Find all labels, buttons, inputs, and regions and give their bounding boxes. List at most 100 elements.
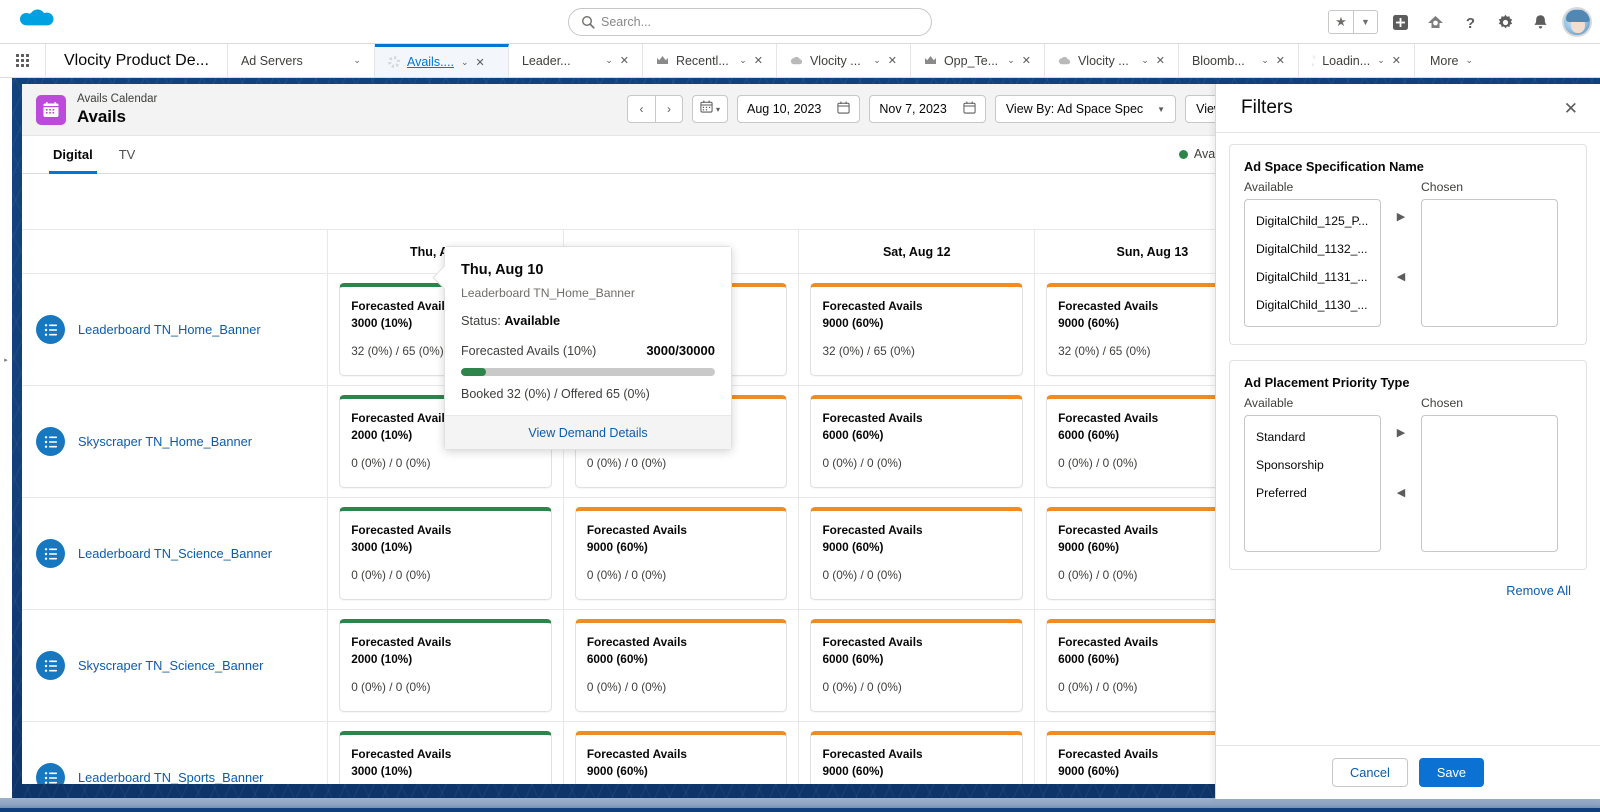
nav-tab-more[interactable]: More ⌄ bbox=[1415, 44, 1488, 77]
close-icon[interactable]: ✕ bbox=[620, 54, 629, 67]
app-launcher-button[interactable] bbox=[0, 44, 46, 77]
calendar-icon-small[interactable] bbox=[837, 101, 850, 117]
nav-tab-bloomberg[interactable]: Bloomb... ⌄ ✕ bbox=[1178, 44, 1299, 77]
search-input[interactable] bbox=[568, 8, 932, 36]
add-icon[interactable] bbox=[1387, 9, 1413, 35]
chevron-down-icon[interactable]: ⌄ bbox=[739, 55, 747, 66]
list-item[interactable]: DigitalChild_1132_... bbox=[1245, 235, 1380, 263]
view-by-dropdown[interactable]: View By: Ad Space Spec ▼ bbox=[994, 95, 1177, 123]
chevron-down-icon[interactable]: ⌄ bbox=[461, 57, 469, 68]
avail-card[interactable]: Forecasted Avails 9000 (60%) 32 (0%) / 6… bbox=[810, 283, 1024, 376]
rail-expand-handle[interactable]: ▸ bbox=[2, 355, 10, 365]
close-icon[interactable]: ✕ bbox=[476, 56, 485, 69]
row-label-link[interactable]: Leaderboard TN_Science_Banner bbox=[78, 545, 272, 563]
close-icon[interactable]: ✕ bbox=[754, 54, 763, 67]
row-label-link[interactable]: Skyscraper TN_Home_Banner bbox=[78, 433, 252, 451]
start-date-field[interactable]: Aug 10, 2023 bbox=[737, 95, 861, 123]
avail-card[interactable]: Forecasted Avails 9000 (60%) 0 (0%) / 0 … bbox=[810, 507, 1024, 600]
chosen-listbox[interactable] bbox=[1421, 415, 1558, 552]
row-label-link[interactable]: Skyscraper TN_Science_Banner bbox=[78, 657, 263, 675]
chevron-down-icon[interactable]: ⌄ bbox=[353, 55, 361, 66]
favorite-star-icon[interactable]: ★ bbox=[1329, 11, 1353, 33]
previous-period-button[interactable]: ‹ bbox=[628, 96, 655, 122]
nav-tab-ad-servers[interactable]: Ad Servers ⌄ bbox=[227, 44, 375, 77]
available-listbox[interactable]: Standard Sponsorship Preferred bbox=[1244, 415, 1381, 552]
favorite-group[interactable]: ★ ▼ bbox=[1328, 10, 1378, 34]
avails-cell[interactable]: Forecasted Avails 3000 (10%) bbox=[327, 721, 564, 784]
row-label-link[interactable]: Leaderboard TN_Sports_Banner bbox=[78, 769, 263, 784]
calendar-icon-small[interactable] bbox=[963, 101, 976, 117]
move-right-icon[interactable]: ▶ bbox=[1397, 426, 1405, 439]
close-icon[interactable]: ✕ bbox=[888, 54, 897, 67]
chevron-down-icon[interactable]: ⌄ bbox=[1465, 55, 1473, 66]
nav-tab-avails[interactable]: Avails.... ⌄ ✕ bbox=[374, 44, 509, 77]
close-icon[interactable]: ✕ bbox=[1392, 54, 1401, 67]
notifications-bell-icon[interactable] bbox=[1527, 9, 1553, 35]
avail-card[interactable]: Forecasted Avails 9000 (60%) 0 (0%) / 0 … bbox=[574, 507, 788, 600]
avail-card[interactable]: Forecasted Avails 6000 (60%) 0 (0%) / 0 … bbox=[574, 619, 788, 712]
cancel-button[interactable]: Cancel bbox=[1331, 758, 1408, 787]
close-icon[interactable]: ✕ bbox=[1156, 54, 1165, 67]
avail-card[interactable]: Forecasted Avails 3000 (10%) bbox=[339, 731, 552, 784]
salesforce-cloud-logo-icon[interactable] bbox=[14, 7, 58, 37]
chevron-down-icon[interactable]: ⌄ bbox=[873, 55, 881, 66]
learning-trailhead-icon[interactable] bbox=[1422, 9, 1448, 35]
avails-cell[interactable]: Forecasted Avails 9000 (60%) 0 (0%) / 0 … bbox=[798, 497, 1036, 610]
avails-cell[interactable]: Forecasted Avails 6000 (60%) 0 (0%) / 0 … bbox=[798, 609, 1036, 722]
avails-cell[interactable]: Forecasted Avails 9000 (60%) bbox=[562, 721, 800, 784]
list-item[interactable]: DigitalChild_125_P... bbox=[1245, 207, 1380, 235]
chevron-down-icon[interactable]: ⌄ bbox=[1141, 55, 1149, 66]
chevron-down-icon[interactable]: ⌄ bbox=[1261, 55, 1269, 66]
end-date-field[interactable]: Nov 7, 2023 bbox=[869, 95, 986, 123]
view-demand-details-link[interactable]: View Demand Details bbox=[528, 426, 647, 440]
close-icon[interactable]: ✕ bbox=[1276, 54, 1285, 67]
nav-tab-vlocity-1[interactable]: Vlocity ... ⌄ ✕ bbox=[776, 44, 911, 77]
move-left-icon[interactable]: ◀ bbox=[1397, 486, 1405, 499]
chosen-listbox[interactable] bbox=[1421, 199, 1558, 327]
available-listbox[interactable]: DigitalChild_125_P... DigitalChild_1132_… bbox=[1244, 199, 1381, 327]
list-item[interactable]: Sponsorship bbox=[1245, 451, 1380, 479]
nav-tab-vlocity-2[interactable]: Vlocity ... ⌄ ✕ bbox=[1044, 44, 1179, 77]
avails-cell[interactable]: Forecasted Avails 6000 (60%) 0 (0%) / 0 … bbox=[562, 609, 800, 722]
app-name[interactable]: Vlocity Product De... bbox=[46, 44, 228, 77]
avails-cell[interactable]: Forecasted Avails 3000 (10%) 0 (0%) / 0 … bbox=[327, 497, 564, 610]
list-item[interactable]: DigitalChild_1130_... bbox=[1245, 291, 1380, 319]
nav-tab-recently[interactable]: Recentl... ⌄ ✕ bbox=[642, 44, 777, 77]
avails-cell[interactable]: Forecasted Avails 6000 (60%) 0 (0%) / 0 … bbox=[798, 385, 1036, 498]
close-icon[interactable]: ✕ bbox=[1564, 100, 1578, 117]
setup-gear-icon[interactable] bbox=[1492, 9, 1518, 35]
favorite-caret-icon[interactable]: ▼ bbox=[1353, 11, 1377, 33]
remove-all-link[interactable]: Remove All bbox=[1506, 583, 1571, 598]
list-item[interactable]: Standard bbox=[1245, 423, 1380, 451]
avail-card[interactable]: Forecasted Avails 2000 (10%) 0 (0%) / 0 … bbox=[339, 619, 552, 712]
next-period-button[interactable]: › bbox=[655, 96, 682, 122]
subtab-tv[interactable]: TV bbox=[119, 136, 136, 174]
nav-tab-leader[interactable]: Leader... ⌄ ✕ bbox=[508, 44, 643, 77]
avail-card[interactable]: Forecasted Avails 9000 (60%) bbox=[574, 731, 788, 784]
chevron-down-icon[interactable]: ⌄ bbox=[1007, 55, 1015, 66]
list-item[interactable]: Preferred bbox=[1245, 479, 1380, 507]
save-button[interactable]: Save bbox=[1418, 758, 1484, 787]
chevron-down-icon[interactable]: ⌄ bbox=[1377, 55, 1385, 66]
global-search[interactable] bbox=[568, 8, 932, 36]
avail-card[interactable]: Forecasted Avails 6000 (60%) 0 (0%) / 0 … bbox=[810, 619, 1024, 712]
nav-tab-opp-template[interactable]: Opp_Te... ⌄ ✕ bbox=[910, 44, 1045, 77]
user-avatar[interactable] bbox=[1562, 7, 1592, 37]
avails-cell[interactable]: Forecasted Avails 2000 (10%) 0 (0%) / 0 … bbox=[327, 609, 564, 722]
avail-card[interactable]: Forecasted Avails 9000 (60%) bbox=[810, 731, 1024, 784]
calendar-view-dropdown[interactable]: ▾ bbox=[692, 95, 729, 123]
avail-card[interactable]: Forecasted Avails 3000 (10%) 0 (0%) / 0 … bbox=[339, 507, 552, 600]
subtab-digital[interactable]: Digital bbox=[49, 136, 97, 174]
avails-cell[interactable]: Forecasted Avails 9000 (60%) bbox=[798, 721, 1036, 784]
avails-cell[interactable]: Forecasted Avails 9000 (60%) 0 (0%) / 0 … bbox=[562, 497, 800, 610]
nav-tab-loading[interactable]: Loadin... ⌄ ✕ bbox=[1298, 44, 1415, 77]
list-item[interactable]: DigitalChild_1131_... bbox=[1245, 263, 1380, 291]
chevron-down-icon[interactable]: ⌄ bbox=[605, 55, 613, 66]
avails-cell[interactable]: Forecasted Avails 9000 (60%) 32 (0%) / 6… bbox=[798, 273, 1036, 386]
close-icon[interactable]: ✕ bbox=[1022, 54, 1031, 67]
avail-card[interactable]: Forecasted Avails 6000 (60%) 0 (0%) / 0 … bbox=[810, 395, 1024, 488]
move-right-icon[interactable]: ▶ bbox=[1397, 210, 1405, 223]
row-label-link[interactable]: Leaderboard TN_Home_Banner bbox=[78, 321, 261, 339]
move-left-icon[interactable]: ◀ bbox=[1397, 270, 1405, 283]
help-icon[interactable]: ? bbox=[1457, 9, 1483, 35]
